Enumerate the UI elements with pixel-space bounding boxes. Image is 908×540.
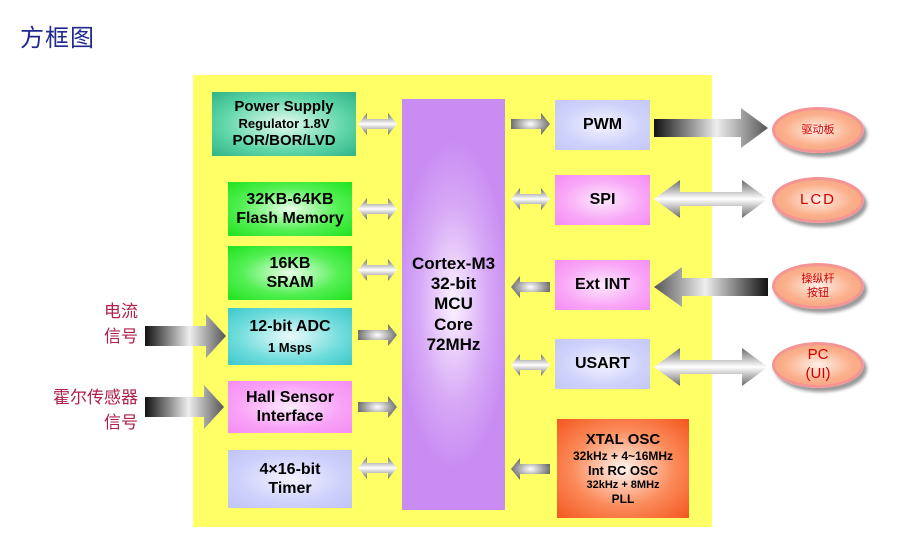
timer-block: 4×16-bit Timer (228, 450, 352, 508)
power-line-1: Power Supply (234, 98, 334, 116)
xtal-line-2: 32kHz + 4~16MHz (572, 448, 674, 463)
hall-signal-label: 霍尔传感器 信号 (20, 386, 138, 436)
power-supply-block: Power Supply Regulator 1.8V POR/BOR/LVD (212, 92, 356, 156)
core-usart-arrow (511, 354, 550, 376)
hall-line-2: Interface (256, 408, 324, 425)
flash-core-arrow (358, 198, 397, 220)
power-line-2: Regulator 1.8V (238, 116, 330, 132)
buttons-label: 按钮 (807, 286, 829, 299)
xtal-osc-block: XTAL OSC 32kHz + 4~16MHz Int RC OSC 32kH… (557, 419, 689, 518)
driver-board-ellipse: 驱动板 (772, 107, 864, 153)
adc-line-2: 1 Msps (267, 340, 313, 356)
pc-ellipse: PC (UI) (772, 342, 864, 388)
extint-core-arrow (511, 276, 550, 298)
hall-line-1: Hall Sensor (245, 388, 335, 406)
spi-label: SPI (589, 191, 616, 209)
flash-line-2: Flash Memory (236, 210, 344, 227)
lcd-ellipse: LCD (772, 177, 864, 223)
lcd-label: LCD (799, 190, 836, 208)
pc-label: PC (807, 346, 829, 364)
hall-sensor-block: Hall Sensor Interface (228, 381, 352, 433)
hall-signal-arrow (145, 385, 224, 429)
usart-pc-arrow (654, 348, 768, 386)
pwm-driver-board-arrow (654, 108, 768, 148)
core-line-5: 72MHz (426, 335, 481, 355)
adc-line-1: 12-bit ADC (249, 318, 331, 336)
pwm-label: PWM (582, 116, 623, 134)
sram-line-2: SRAM (266, 274, 314, 291)
timer-core-arrow (358, 457, 397, 479)
hall-signal-line-1: 霍尔传感器 (53, 388, 138, 408)
flash-memory-block: 32KB-64KB Flash Memory (228, 182, 352, 236)
current-signal-line-1: 电流 (104, 302, 138, 322)
xtal-line-4: 32kHz + 8MHz (586, 478, 660, 491)
core-line-4: Core (434, 314, 473, 334)
core-spi-arrow (511, 188, 550, 210)
xtal-line-3: Int RC OSC (587, 463, 659, 479)
sram-line-1: 16KB (269, 254, 311, 272)
timer-line-1: 4×16-bit (259, 460, 321, 478)
adc-core-arrow (358, 324, 397, 346)
spi-lcd-arrow (654, 180, 768, 218)
sram-block: 16KB SRAM (228, 246, 352, 300)
pwm-block: PWM (555, 100, 650, 150)
power-core-arrow (358, 113, 397, 135)
current-signal-arrow (145, 314, 226, 358)
ext-int-block: Ext INT (555, 260, 650, 310)
timer-line-2: Timer (268, 480, 312, 497)
usart-label: USART (574, 355, 631, 373)
core-pwm-arrow (511, 113, 550, 135)
joystick-label: 操纵杆 (801, 272, 835, 286)
hall-core-arrow (358, 396, 397, 418)
extint-label: Ext INT (574, 276, 631, 294)
usart-block: USART (555, 339, 650, 389)
flash-line-1: 32KB-64KB (246, 190, 334, 208)
hall-signal-line-2: 信号 (104, 413, 138, 433)
current-signal-label: 电流 信号 (80, 300, 138, 350)
core-line-1: Cortex-M3 (411, 253, 496, 273)
joystick-buttons-ellipse: 操纵杆 按钮 (772, 263, 864, 309)
power-line-3: POR/BOR/LVD (232, 131, 336, 149)
pc-ui-label: (UI) (805, 365, 831, 382)
xtal-line-5: PLL (611, 491, 635, 506)
sram-core-arrow (358, 259, 397, 281)
core-line-2: 32-bit (430, 273, 477, 293)
cpu-core-block: Cortex-M3 32-bit MCU Core 72MHz (402, 99, 505, 510)
driver-board-label: 驱动板 (801, 123, 835, 137)
spi-block: SPI (555, 175, 650, 225)
joystick-extint-arrow (654, 267, 768, 307)
xtal-core-arrow (511, 458, 550, 480)
adc-block: 12-bit ADC 1 Msps (228, 308, 352, 365)
current-signal-line-2: 信号 (104, 327, 138, 347)
core-line-3: MCU (434, 294, 473, 314)
xtal-line-1: XTAL OSC (585, 430, 661, 448)
